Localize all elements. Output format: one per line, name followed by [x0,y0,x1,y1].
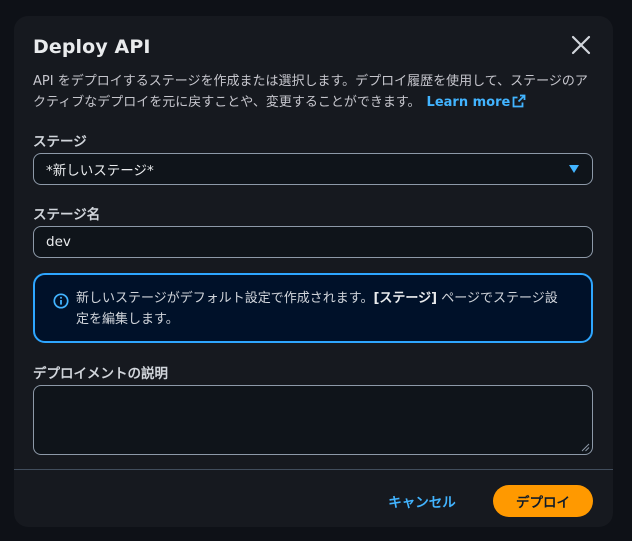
footer-divider [14,469,613,470]
alert-text-bold: [ステージ] [373,291,438,306]
stage-select-value: *新しいステージ* [46,163,154,179]
alert-message: 新しいステージがデフォルト設定で作成されます。[ステージ] ページでステージ設定… [76,288,566,330]
modal-description: API をデプロイするステージを作成または選択します。デプロイ履歴を使用して、ス… [33,71,593,113]
stage-name-input[interactable] [33,226,593,258]
close-button[interactable] [568,32,594,58]
caret-down-icon [569,165,579,173]
info-alert: 新しいステージがデフォルト設定で作成されます。[ステージ] ページでステージ設定… [33,273,593,343]
stage-select[interactable]: *新しいステージ* [33,153,593,185]
deployment-description-textarea[interactable] [33,385,593,455]
learn-more-link[interactable]: Learn more [426,94,527,110]
cancel-button[interactable]: キャンセル [380,485,464,517]
learn-more-label: Learn more [426,95,511,110]
external-link-icon [512,94,526,108]
close-icon [571,35,591,55]
deploy-button[interactable]: デプロイ [493,485,593,517]
info-icon [53,293,69,309]
stage-name-label: ステージ名 [33,207,101,223]
deployment-description-label: デプロイメントの説明 [33,366,168,382]
modal-title: Deploy API [33,36,151,58]
stage-label: ステージ [33,134,87,150]
deploy-api-modal: Deploy API API をデプロイするステージを作成または選択します。デプ… [14,16,613,527]
alert-text-before: 新しいステージがデフォルト設定で作成されます。 [76,291,374,306]
resize-grip-icon[interactable] [581,443,590,452]
